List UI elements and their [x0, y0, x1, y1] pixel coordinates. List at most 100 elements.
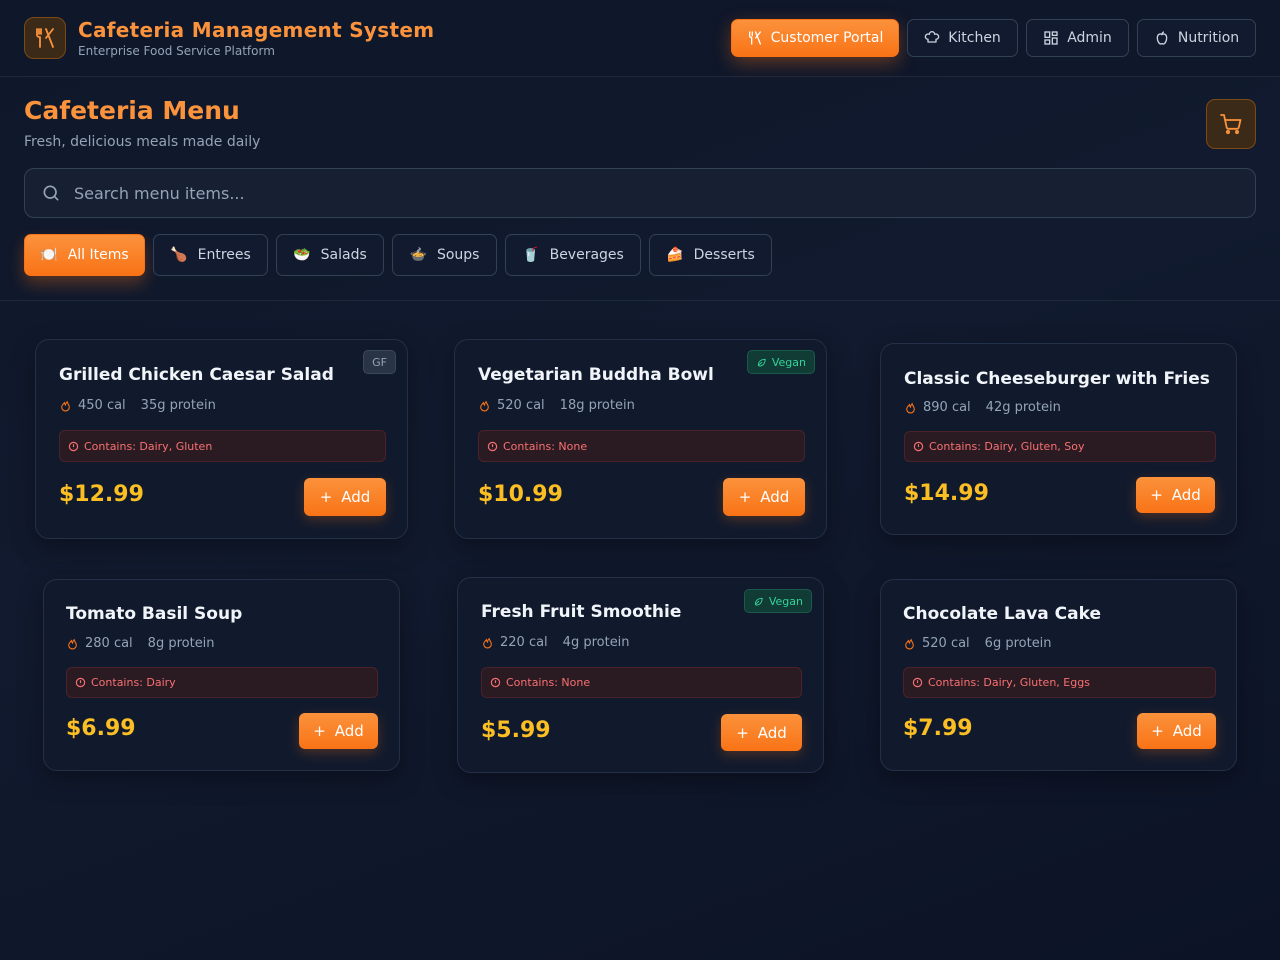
search-bar	[24, 168, 1256, 218]
alert-circle-icon	[912, 677, 923, 688]
category-beverages[interactable]: 🥤 Beverages	[505, 234, 641, 276]
item-price: $12.99	[59, 482, 144, 507]
item-protein: 35g protein	[140, 398, 216, 413]
nav-admin[interactable]: Admin	[1026, 19, 1129, 57]
allergen-text: Contains: Dairy, Gluten	[84, 439, 213, 453]
item-price: $5.99	[481, 718, 551, 743]
utensils-icon	[747, 30, 763, 46]
item-calories: 450 cal	[78, 398, 126, 413]
nav-nutrition[interactable]: Nutrition	[1137, 19, 1256, 57]
leaf-icon	[756, 357, 767, 368]
plus-icon: +	[1150, 486, 1163, 504]
add-to-cart-button[interactable]: + Add	[1137, 713, 1216, 749]
flame-icon	[66, 637, 79, 650]
plus-icon: +	[319, 488, 333, 506]
category-label: Soups	[436, 247, 480, 263]
flame-icon	[481, 636, 494, 649]
item-calories: 220 cal	[500, 635, 548, 650]
item-nutrition: 890 cal 42g protein	[904, 400, 1061, 415]
cart-button[interactable]	[1206, 99, 1256, 149]
top-bar: Cafeteria Management System Enterprise F…	[0, 0, 1280, 77]
search-icon	[41, 183, 61, 203]
add-to-cart-button[interactable]: + Add	[1136, 477, 1215, 513]
item-nutrition: 450 cal 35g protein	[59, 398, 216, 413]
add-label: Add	[1172, 722, 1202, 740]
menu-item-card: Vegan Vegetarian Buddha Bowl 520 cal 18g…	[454, 339, 827, 539]
allergen-warning: Contains: None	[481, 667, 802, 698]
allergen-text: Contains: Dairy, Gluten, Eggs	[928, 676, 1090, 689]
item-name: Vegetarian Buddha Bowl	[478, 365, 714, 385]
item-nutrition: 280 cal 8g protein	[66, 636, 215, 651]
allergen-text: Contains: None	[506, 676, 591, 689]
item-nutrition: 520 cal 6g protein	[903, 636, 1052, 651]
category-label: Beverages	[549, 247, 624, 263]
shopping-cart-icon	[1219, 112, 1243, 136]
chef-hat-icon	[924, 30, 940, 46]
category-entrees[interactable]: 🍗 Entrees	[153, 234, 268, 276]
allergen-text: Contains: Dairy	[91, 676, 176, 689]
add-to-cart-button[interactable]: + Add	[299, 713, 378, 749]
salad-bowl-icon: 🥗	[293, 247, 311, 263]
category-desserts[interactable]: 🍰 Desserts	[649, 234, 772, 276]
menu-item-card: Chocolate Lava Cake 520 cal 6g protein C…	[880, 579, 1237, 771]
flame-icon	[904, 401, 917, 414]
item-protein: 42g protein	[985, 400, 1061, 415]
soup-pot-icon: 🍲	[409, 247, 427, 263]
app-title: Cafeteria Management System	[78, 18, 435, 42]
allergen-warning: Contains: Dairy, Gluten	[59, 430, 386, 462]
cup-icon: 🥤	[522, 247, 540, 263]
nav-kitchen[interactable]: Kitchen	[907, 19, 1018, 57]
item-name: Fresh Fruit Smoothie	[481, 602, 682, 622]
grid-icon	[1043, 30, 1059, 46]
alert-circle-icon	[913, 441, 924, 452]
item-calories: 520 cal	[497, 398, 545, 413]
add-to-cart-button[interactable]: + Add	[304, 478, 386, 516]
badge-label: Vegan	[768, 594, 803, 608]
search-input[interactable]	[74, 169, 1255, 217]
nav-label: Kitchen	[948, 30, 1001, 46]
category-label: Salads	[320, 247, 367, 263]
add-label: Add	[1171, 486, 1201, 504]
item-protein: 18g protein	[559, 398, 635, 413]
drumstick-icon: 🍗	[170, 247, 188, 263]
allergen-text: Contains: Dairy, Gluten, Soy	[929, 440, 1085, 453]
category-salads[interactable]: 🥗 Salads	[276, 234, 384, 276]
item-calories: 890 cal	[923, 400, 971, 415]
item-name: Classic Cheeseburger with Fries	[904, 369, 1210, 389]
item-name: Tomato Basil Soup	[66, 604, 243, 624]
allergen-text: Contains: None	[503, 439, 588, 453]
category-all-items[interactable]: 🍽️ All Items	[24, 234, 145, 276]
vegan-badge: Vegan	[743, 589, 812, 613]
item-protein: 8g protein	[147, 636, 215, 651]
add-label: Add	[341, 488, 371, 506]
item-price: $6.99	[66, 716, 136, 741]
item-price: $7.99	[903, 716, 973, 741]
plus-icon: +	[1151, 722, 1164, 740]
item-nutrition: 220 cal 4g protein	[481, 635, 630, 650]
flame-icon	[59, 399, 72, 412]
add-to-cart-button[interactable]: + Add	[721, 714, 802, 751]
item-calories: 280 cal	[85, 636, 133, 651]
item-price: $10.99	[478, 482, 563, 507]
item-calories: 520 cal	[922, 636, 970, 651]
gluten-free-badge: GF	[363, 350, 396, 374]
nav-label: Customer Portal	[770, 30, 884, 46]
alert-circle-icon	[68, 441, 79, 452]
cake-icon: 🍰	[666, 247, 684, 263]
menu-item-card: Vegan Fresh Fruit Smoothie 220 cal 4g pr…	[457, 577, 824, 773]
badge-label: Vegan	[771, 355, 806, 369]
item-protein: 4g protein	[562, 635, 630, 650]
item-nutrition: 520 cal 18g protein	[478, 398, 635, 413]
add-to-cart-button[interactable]: + Add	[723, 478, 805, 516]
allergen-warning: Contains: Dairy, Gluten, Eggs	[903, 667, 1216, 698]
add-label: Add	[760, 488, 790, 506]
nav-customer-portal[interactable]: Customer Portal	[731, 19, 899, 57]
category-label: All Items	[67, 247, 129, 263]
apple-icon	[1154, 30, 1170, 46]
flame-icon	[478, 399, 491, 412]
category-label: Desserts	[693, 247, 755, 263]
add-label: Add	[334, 722, 364, 740]
add-label: Add	[757, 723, 787, 742]
menu-item-card: GF Grilled Chicken Caesar Salad 450 cal …	[35, 339, 408, 539]
category-soups[interactable]: 🍲 Soups	[392, 234, 497, 276]
